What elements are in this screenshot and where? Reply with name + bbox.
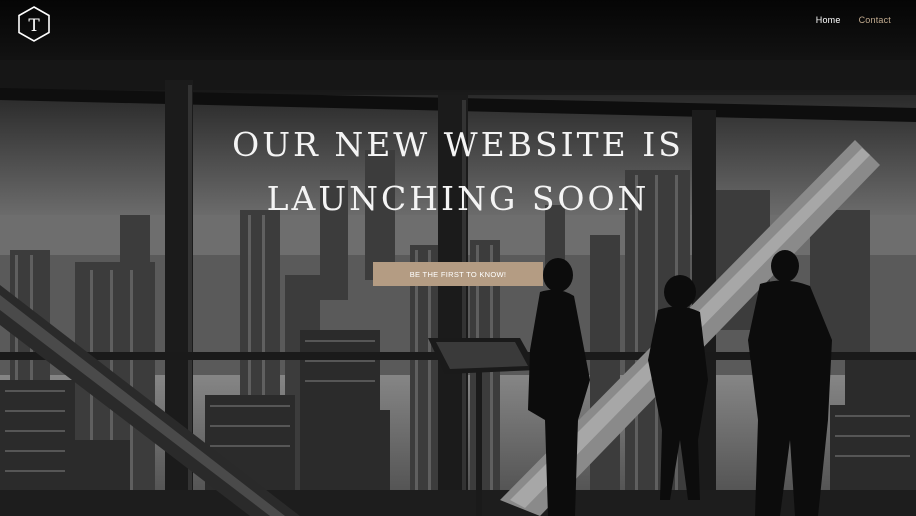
logo-letter: T <box>28 16 40 36</box>
site-header: T Home Contact <box>0 0 916 60</box>
headline-line-1: OUR NEW WEBSITE IS <box>232 125 684 164</box>
be-first-to-know-button[interactable]: BE THE FIRST TO KNOW! <box>373 262 543 286</box>
hero-background <box>0 0 916 516</box>
hero-headline: OUR NEW WEBSITE IS LAUNCHING SOON <box>0 118 916 226</box>
city-office-photo <box>0 0 916 516</box>
main-nav: Home Contact <box>816 15 891 25</box>
nav-contact-link[interactable]: Contact <box>859 15 891 25</box>
logo-hexagon-icon[interactable]: T <box>17 5 51 43</box>
nav-home-link[interactable]: Home <box>816 15 841 25</box>
headline-line-2: LAUNCHING SOON <box>266 179 650 218</box>
